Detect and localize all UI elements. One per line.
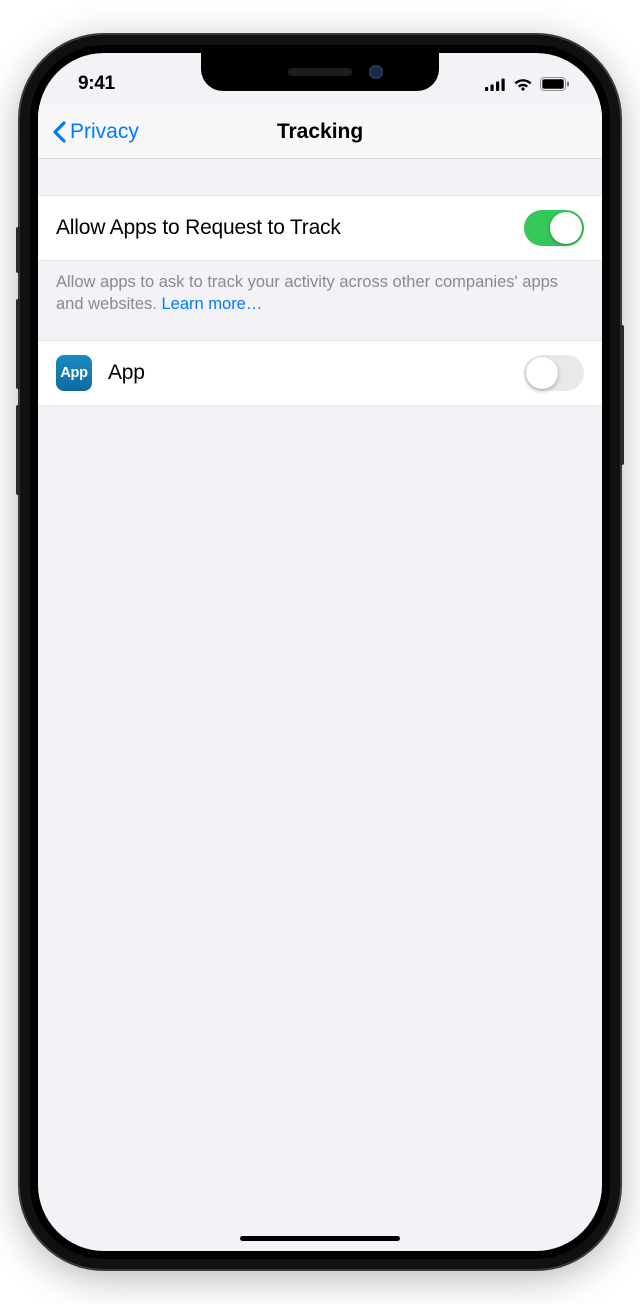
notch [201,53,439,91]
mute-switch [16,227,20,273]
power-button [620,325,624,465]
battery-icon [540,77,570,91]
speaker [288,68,352,76]
toggle-knob [550,212,582,244]
screen: 9:41 [38,53,602,1251]
row-app: App App [38,340,602,406]
front-camera [369,65,383,79]
allow-request-toggle[interactable] [524,210,584,246]
chevron-left-icon [52,121,66,143]
app-icon: App [56,355,92,391]
content: Allow Apps to Request to Track Allow app… [38,159,602,406]
cellular-icon [485,78,506,91]
footer-text: Allow apps to ask to track your activity… [56,273,558,313]
allow-request-label: Allow Apps to Request to Track [56,216,341,240]
phone-frame: 9:41 [20,35,620,1269]
volume-up-button [16,299,20,389]
wifi-icon [513,77,533,91]
home-indicator[interactable] [240,1236,400,1241]
status-indicators [485,77,570,91]
back-label: Privacy [70,120,139,144]
app-tracking-toggle[interactable] [524,355,584,391]
row-allow-request: Allow Apps to Request to Track [38,195,602,261]
nav-bar: Privacy Tracking [38,105,602,159]
learn-more-link[interactable]: Learn more… [161,295,262,313]
status-time: 9:41 [78,73,115,95]
volume-down-button [16,405,20,495]
allow-request-footer: Allow apps to ask to track your activity… [38,261,602,340]
back-button[interactable]: Privacy [52,120,139,144]
toggle-knob [526,357,558,389]
app-name-label: App [108,361,145,385]
